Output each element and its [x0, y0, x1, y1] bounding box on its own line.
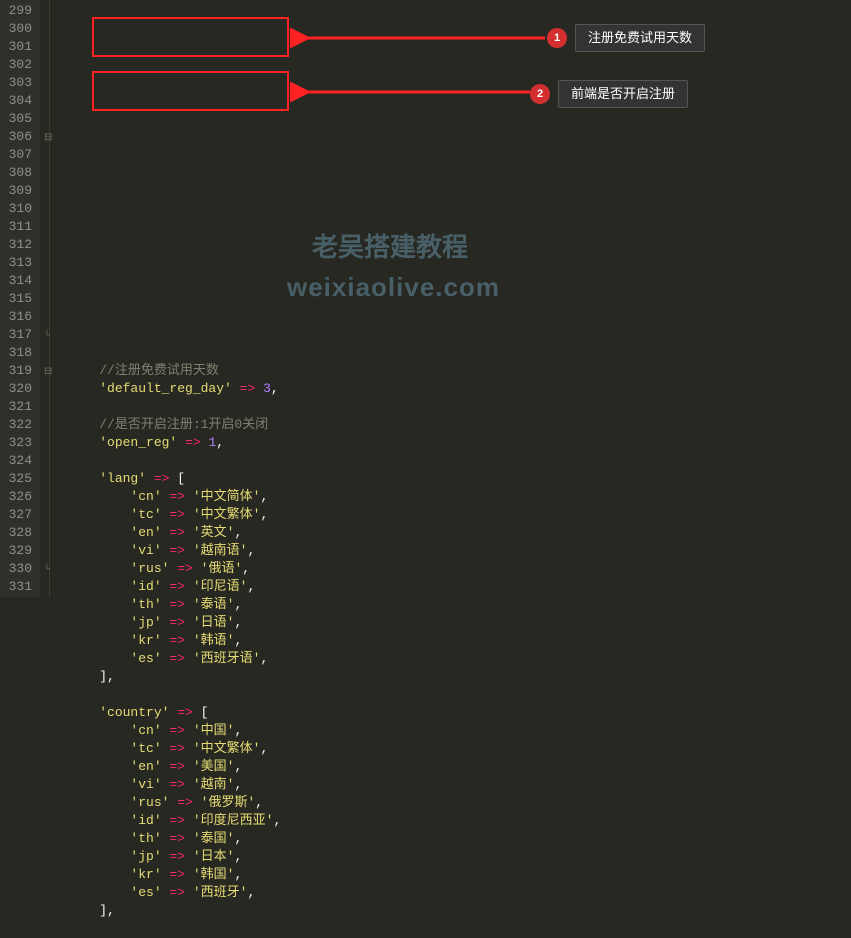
- line-number: 327: [6, 506, 32, 524]
- code-line[interactable]: [68, 344, 851, 362]
- line-number: 302: [6, 56, 32, 74]
- line-number: 310: [6, 200, 32, 218]
- line-number: 304: [6, 92, 32, 110]
- line-number: 317: [6, 326, 32, 344]
- arrow-2: [290, 82, 535, 102]
- line-number: 309: [6, 182, 32, 200]
- fold-open-icon[interactable]: ⊟: [44, 130, 52, 148]
- annotation-1: 1 注册免费试用天数: [547, 24, 705, 52]
- line-number: 312: [6, 236, 32, 254]
- annotation-label-1: 注册免费试用天数: [575, 24, 705, 52]
- line-number: 301: [6, 38, 32, 56]
- line-number: 311: [6, 218, 32, 236]
- line-number: 320: [6, 380, 32, 398]
- line-number: 305: [6, 110, 32, 128]
- line-number: 306: [6, 128, 32, 146]
- annotation-badge-1: 1: [547, 28, 567, 48]
- arrow-1: [290, 28, 550, 48]
- line-number: 323: [6, 434, 32, 452]
- code-line[interactable]: [68, 686, 851, 704]
- code-line[interactable]: 'jp' => '日语',: [68, 614, 851, 632]
- code-line[interactable]: 'vi' => '越南语',: [68, 542, 851, 560]
- fold-column[interactable]: ⊟ └ ⊟ └: [40, 0, 62, 597]
- line-number: 307: [6, 146, 32, 164]
- code-line[interactable]: 'cn' => '中文简体',: [68, 488, 851, 506]
- annotation-label-2: 前端是否开启注册: [558, 80, 688, 108]
- code-line[interactable]: [68, 920, 851, 938]
- code-line[interactable]: 'en' => '美国',: [68, 758, 851, 776]
- line-number: 314: [6, 272, 32, 290]
- watermark-line2: weixiaolive.com: [287, 278, 500, 296]
- fold-close-icon[interactable]: └: [44, 562, 50, 580]
- code-line[interactable]: ],: [68, 902, 851, 920]
- code-editor[interactable]: 2993003013023033043053063073083093103113…: [0, 0, 851, 597]
- line-number: 319: [6, 362, 32, 380]
- line-number: 324: [6, 452, 32, 470]
- code-line[interactable]: 'id' => '印度尼西亚',: [68, 812, 851, 830]
- line-number: 299: [6, 2, 32, 20]
- highlight-box-1: [92, 17, 289, 57]
- code-line[interactable]: 'es' => '西班牙语',: [68, 650, 851, 668]
- highlight-box-2: [92, 71, 289, 111]
- code-line[interactable]: 'en' => '英文',: [68, 524, 851, 542]
- code-line[interactable]: 'th' => '泰国',: [68, 830, 851, 848]
- code-line[interactable]: 'rus' => '俄语',: [68, 560, 851, 578]
- code-line[interactable]: 'id' => '印尼语',: [68, 578, 851, 596]
- code-line[interactable]: //是否开启注册:1开启0关闭: [68, 416, 851, 434]
- line-number: 329: [6, 542, 32, 560]
- line-number: 316: [6, 308, 32, 326]
- line-number: 330: [6, 560, 32, 578]
- code-line[interactable]: 'country' => [: [68, 704, 851, 722]
- line-number-gutter: 2993003013023033043053063073083093103113…: [0, 0, 40, 597]
- line-number: 300: [6, 20, 32, 38]
- code-line[interactable]: [68, 398, 851, 416]
- code-line[interactable]: 'cn' => '中国',: [68, 722, 851, 740]
- annotation-2: 2 前端是否开启注册: [530, 80, 688, 108]
- code-line[interactable]: 'rus' => '俄罗斯',: [68, 794, 851, 812]
- watermark-line1: 老吴搭建教程: [312, 238, 468, 256]
- code-area[interactable]: 1 注册免费试用天数 2 前端是否开启注册 老吴搭建教程 weixiaolive…: [62, 0, 851, 597]
- line-number: 326: [6, 488, 32, 506]
- line-number: 321: [6, 398, 32, 416]
- code-line[interactable]: 'jp' => '日本',: [68, 848, 851, 866]
- line-number: 325: [6, 470, 32, 488]
- annotation-badge-2: 2: [530, 84, 550, 104]
- fold-close-icon[interactable]: └: [44, 328, 50, 346]
- code-line[interactable]: 'lang' => [: [68, 470, 851, 488]
- code-line[interactable]: ],: [68, 668, 851, 686]
- line-number: 318: [6, 344, 32, 362]
- line-number: 303: [6, 74, 32, 92]
- code-line[interactable]: 'open_reg' => 1,: [68, 434, 851, 452]
- line-number: 328: [6, 524, 32, 542]
- code-line[interactable]: 'kr' => '韩语',: [68, 632, 851, 650]
- code-line[interactable]: 'tc' => '中文繁体',: [68, 740, 851, 758]
- code-line[interactable]: 'th' => '泰语',: [68, 596, 851, 614]
- line-number: 315: [6, 290, 32, 308]
- line-number: 313: [6, 254, 32, 272]
- line-number: 308: [6, 164, 32, 182]
- code-line[interactable]: 'default_reg_day' => 3,: [68, 380, 851, 398]
- code-line[interactable]: //注册免费试用天数: [68, 362, 851, 380]
- code-line[interactable]: [68, 452, 851, 470]
- code-line[interactable]: 'tc' => '中文繁体',: [68, 506, 851, 524]
- code-line[interactable]: 'kr' => '韩国',: [68, 866, 851, 884]
- code-line[interactable]: 'vi' => '越南',: [68, 776, 851, 794]
- code-line[interactable]: 'es' => '西班牙',: [68, 884, 851, 902]
- fold-open-icon[interactable]: ⊟: [44, 364, 52, 382]
- line-number: 322: [6, 416, 32, 434]
- line-number: 331: [6, 578, 32, 596]
